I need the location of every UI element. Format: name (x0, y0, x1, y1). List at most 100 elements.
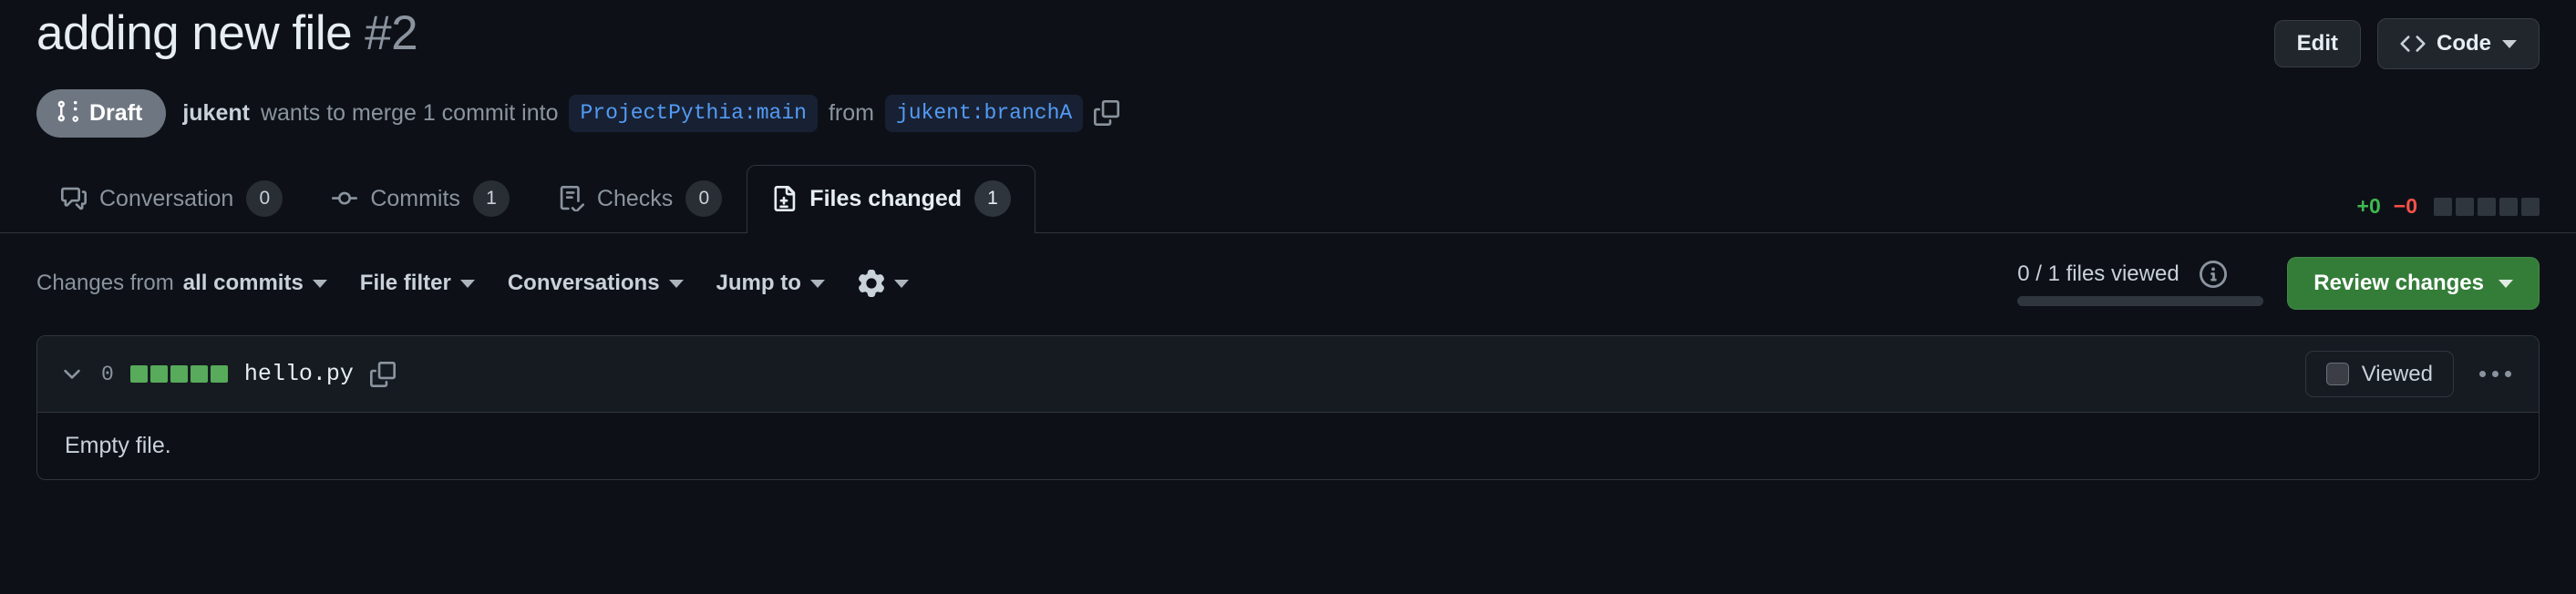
file-diff-block (170, 365, 188, 383)
tab-files-changed-count: 1 (974, 180, 1012, 217)
tab-conversation-count: 0 (246, 180, 283, 217)
status-badge: Draft (36, 89, 167, 138)
review-changes-label: Review changes (2313, 271, 2484, 295)
copy-path-icon[interactable] (369, 361, 396, 387)
conversations-dropdown[interactable]: Conversations (508, 271, 684, 296)
file-name[interactable]: hello.py (244, 361, 354, 387)
tab-files-changed-label: Files changed (809, 185, 963, 211)
review-changes-button[interactable]: Review changes (2287, 257, 2540, 310)
diff-block (2499, 197, 2518, 216)
file-diff-block (190, 365, 208, 383)
file-diff-block (129, 365, 148, 383)
diff-settings-dropdown[interactable] (858, 270, 909, 297)
tab-commits-label: Commits (370, 185, 460, 211)
pr-number: #2 (365, 6, 418, 60)
pull-request-page: adding new file #2 Edit Code Draft juken… (0, 0, 2576, 594)
kebab-dot (2505, 371, 2511, 377)
edit-button[interactable]: Edit (2273, 20, 2361, 67)
file-filter-label: File filter (359, 271, 451, 295)
diff-stat: +0 −0 (2357, 194, 2540, 219)
comment-discussion-icon (61, 186, 87, 211)
file-diff-icon (771, 186, 797, 211)
pr-author[interactable]: jukent (182, 100, 250, 127)
chevron-down-icon (893, 279, 909, 288)
file-diff-header-right: Viewed (2304, 351, 2517, 397)
viewed-checkbox[interactable] (2325, 363, 2349, 385)
base-branch[interactable]: ProjectPythia:main (569, 94, 818, 133)
files-viewed-progress-bar (2017, 296, 2264, 306)
diff-deletions: −0 (2393, 194, 2417, 218)
info-icon[interactable] (2199, 261, 2227, 288)
diff-block (2434, 197, 2452, 216)
tab-conversation[interactable]: Conversation 0 (36, 165, 307, 233)
diff-stat-blocks (2434, 197, 2540, 216)
chevron-down-icon (459, 279, 475, 288)
jump-to-dropdown[interactable]: Jump to (716, 271, 825, 296)
chevron-down-icon (2499, 279, 2513, 288)
file-diff-card: 0 hello.py Viewed Empty file. (36, 335, 2540, 480)
chevron-down-icon (312, 279, 327, 288)
from-text: from (828, 99, 874, 126)
file-diff-body: Empty file. (37, 413, 2539, 479)
diff-additions: +0 (2356, 194, 2381, 218)
tab-checks-label: Checks (596, 185, 674, 211)
diff-toolbar-filters: Changes from all commits File filter Con… (36, 270, 909, 297)
file-filter-dropdown[interactable]: File filter (360, 271, 475, 296)
status-badge-label: Draft (89, 100, 143, 126)
changes-from-value: all commits (182, 271, 304, 295)
chevron-down-icon (2502, 39, 2517, 48)
edit-button-label: Edit (2296, 31, 2338, 56)
pr-header: adding new file #2 Edit Code (36, 0, 2540, 69)
file-change-count: 0 (101, 362, 114, 386)
diff-toolbar-actions: 0 / 1 files viewed Review changes (2017, 257, 2540, 310)
viewed-checkbox-button[interactable]: Viewed (2304, 351, 2454, 397)
chevron-down-icon[interactable] (59, 362, 85, 387)
empty-file-message: Empty file. (65, 433, 171, 458)
git-pull-request-draft-icon (57, 99, 80, 128)
files-viewed-text: 0 / 1 files viewed (2017, 261, 2179, 286)
code-icon (2400, 31, 2426, 56)
file-diff-block (210, 365, 228, 383)
code-button-label: Code (2437, 31, 2491, 56)
pr-tabs-container: Conversation 0 Commits 1 Checks 0 Files … (0, 165, 2576, 233)
tab-commits[interactable]: Commits 1 (307, 165, 534, 233)
file-diff-header-left: 0 hello.py (59, 361, 396, 387)
tab-files-changed[interactable]: Files changed 1 (747, 165, 1036, 233)
diff-block (2521, 197, 2540, 216)
diff-block (2456, 197, 2474, 216)
file-diff-blocks (129, 365, 228, 383)
kebab-dot (2479, 371, 2486, 377)
file-diff-header: 0 hello.py Viewed (37, 336, 2539, 413)
gear-icon (858, 270, 885, 297)
page-title: adding new file #2 (36, 6, 418, 60)
jump-to-label: Jump to (716, 271, 801, 295)
diff-block (2478, 197, 2496, 216)
diff-toolbar: Changes from all commits File filter Con… (36, 257, 2540, 310)
kebab-horizontal-icon[interactable] (2474, 364, 2517, 384)
tab-commits-count: 1 (472, 180, 510, 217)
pr-subtitle: Draft jukent wants to merge 1 commit int… (36, 89, 2540, 138)
changes-from-prefix: Changes from (36, 271, 174, 295)
header-actions: Edit Code (2273, 7, 2540, 69)
kebab-dot (2492, 371, 2499, 377)
conversations-label: Conversations (507, 271, 660, 295)
files-viewed-line: 0 / 1 files viewed (2017, 261, 2227, 288)
git-commit-icon (332, 186, 358, 211)
merge-description: jukent wants to merge 1 commit into Proj… (182, 94, 1120, 133)
tab-conversation-label: Conversation (99, 185, 234, 211)
files-viewed-progress: 0 / 1 files viewed (2017, 261, 2264, 306)
pr-title-text: adding new file (36, 6, 353, 60)
tab-checks[interactable]: Checks 0 (534, 165, 747, 233)
copy-branch-icon[interactable] (1094, 100, 1120, 127)
tab-checks-count: 0 (685, 180, 723, 217)
chevron-down-icon (809, 279, 825, 288)
head-branch[interactable]: jukent:branchA (884, 94, 1084, 133)
pr-tabs: Conversation 0 Commits 1 Checks 0 Files … (36, 165, 2540, 233)
merge-action-text: wants to merge 1 commit into (260, 99, 559, 126)
chevron-down-icon (668, 279, 684, 288)
viewed-label: Viewed (2361, 361, 2433, 386)
file-diff-block (149, 365, 168, 383)
code-button[interactable]: Code (2377, 18, 2540, 69)
changes-from-dropdown[interactable]: Changes from all commits (36, 271, 327, 296)
checklist-icon (559, 186, 584, 211)
